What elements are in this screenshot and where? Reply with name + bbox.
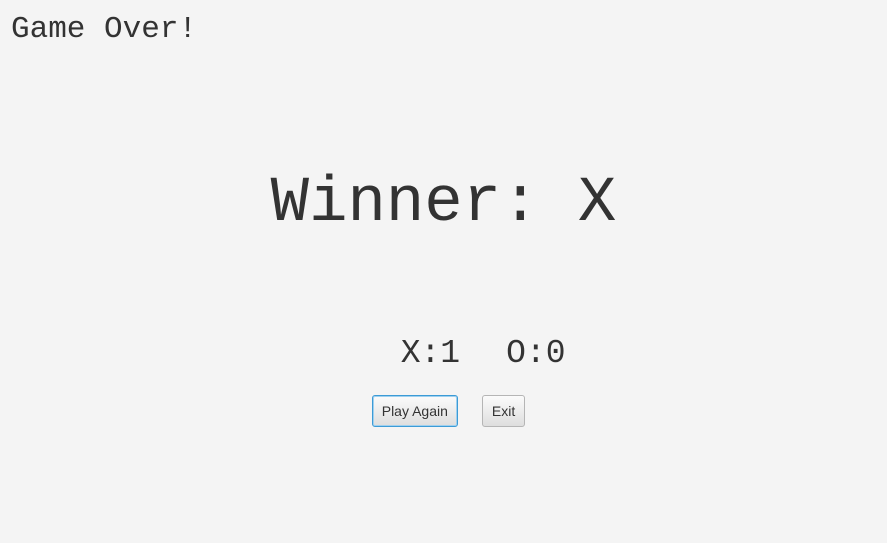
exit-button[interactable]: Exit	[481, 395, 526, 427]
score-o: O:0	[506, 335, 566, 372]
game-over-title: Game Over!	[11, 12, 198, 47]
action-buttons: Play Again Exit	[0, 395, 887, 427]
play-again-button[interactable]: Play Again	[371, 395, 458, 427]
score-x: X:1	[400, 335, 461, 372]
scoreboard: X:1 O:0	[0, 304, 887, 403]
winner-label: Winner: X	[270, 168, 617, 240]
